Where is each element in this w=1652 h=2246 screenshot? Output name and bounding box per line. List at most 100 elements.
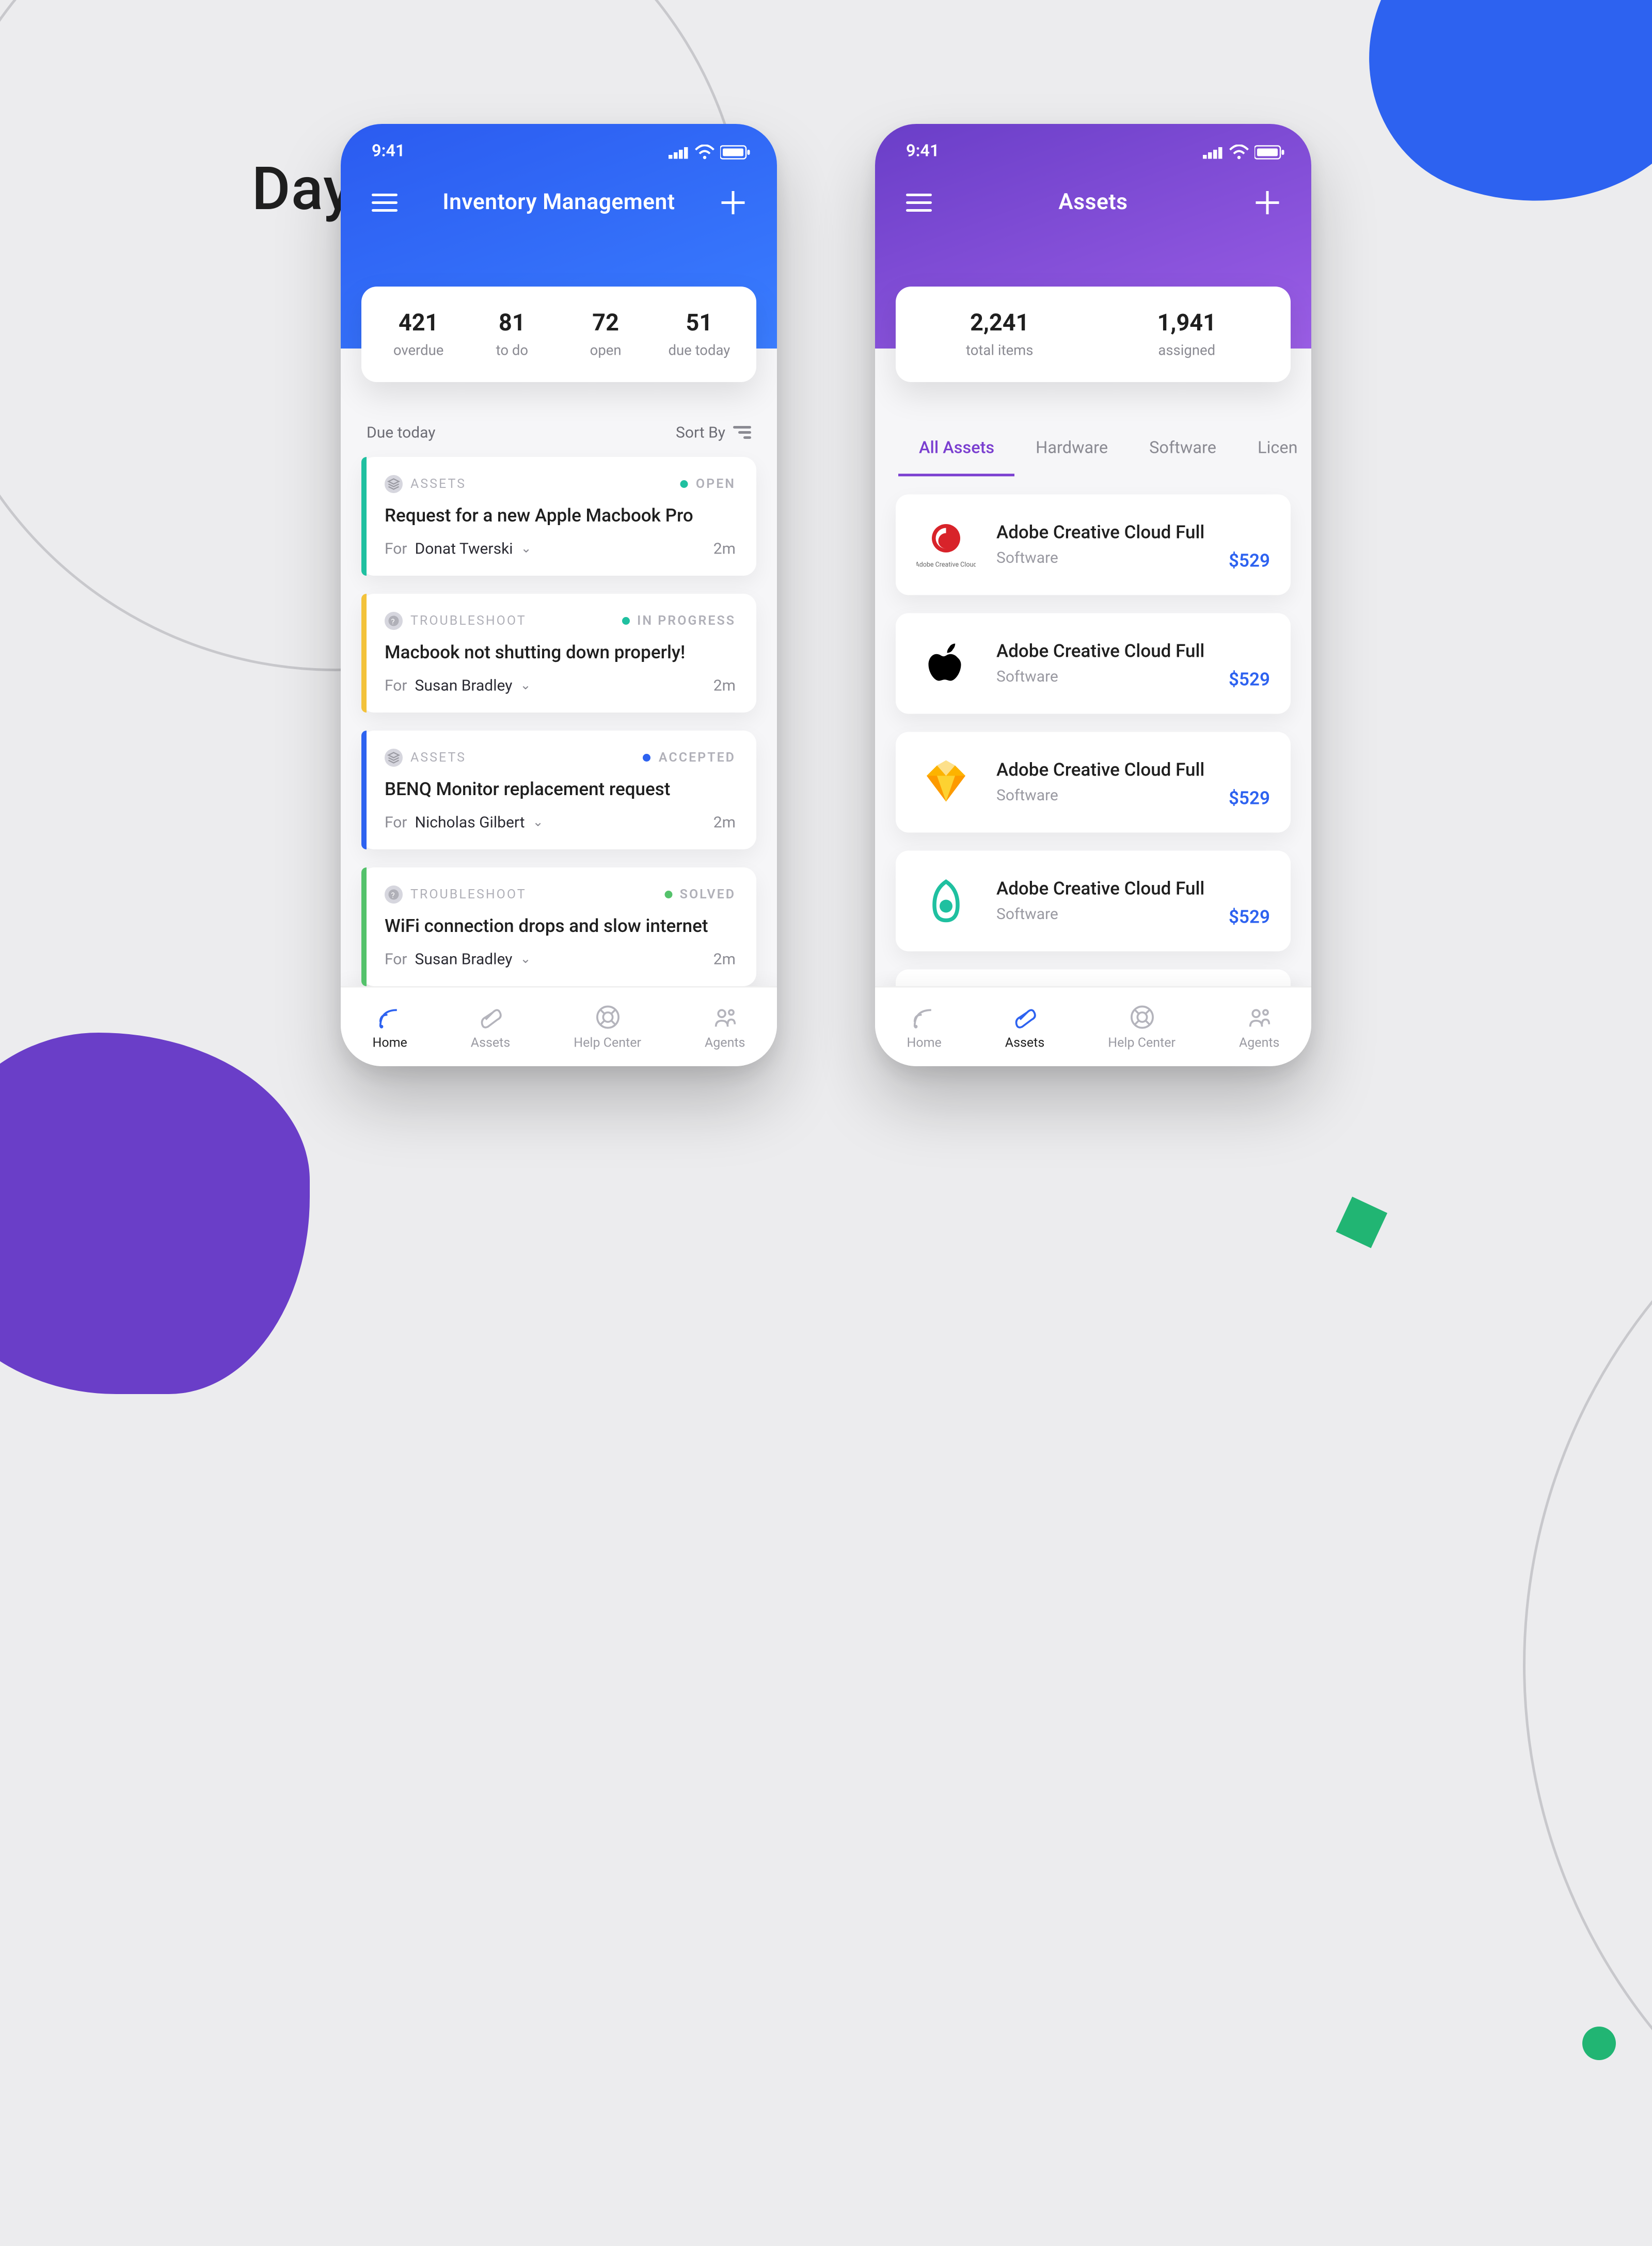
tab-licenses[interactable]: Licen bbox=[1237, 421, 1311, 477]
tab-hardware[interactable]: Hardware bbox=[1015, 421, 1129, 477]
phone-assets: 9:41 Assets bbox=[875, 124, 1311, 1066]
stat-open[interactable]: 72 open bbox=[559, 310, 653, 359]
nav-bar: Assets bbox=[875, 162, 1311, 221]
tab-bar: Home Assets Help Center Agents bbox=[875, 986, 1311, 1066]
battery-icon bbox=[720, 144, 751, 160]
assets-header: 9:41 Assets bbox=[875, 124, 1311, 349]
ticket-title: Request for a new Apple Macbook Pro bbox=[385, 506, 736, 527]
svg-text:Adobe Creative Cloud: Adobe Creative Cloud bbox=[916, 561, 976, 569]
chevron-down-icon: ⌄ bbox=[520, 952, 531, 967]
tab-home[interactable]: Home bbox=[372, 1003, 407, 1051]
asset-card[interactable]: Adobe Creative Cloud Full Software $529 bbox=[896, 851, 1291, 952]
signal-icon bbox=[669, 145, 689, 158]
stat-label: open bbox=[559, 342, 653, 359]
chevron-down-icon: ⌄ bbox=[520, 678, 531, 693]
tab-assets[interactable]: Assets bbox=[1005, 1003, 1044, 1051]
asset-card[interactable]: Adobe Creative Cloud Full Software $529 bbox=[896, 613, 1291, 714]
phone-inventory: 9:41 Inventory Management bbox=[341, 124, 777, 1066]
menu-button[interactable] bbox=[367, 185, 403, 221]
inventory-body: Due today Sort By ASSETS OPEN Req bbox=[341, 349, 777, 986]
paperclip-icon bbox=[1011, 1003, 1039, 1032]
signal-icon bbox=[1203, 145, 1224, 158]
menu-icon bbox=[372, 194, 398, 212]
wifi-icon bbox=[694, 144, 715, 160]
tab-label: Assets bbox=[471, 1037, 510, 1051]
sort-button[interactable]: Sort By bbox=[676, 423, 751, 441]
asset-price: $529 bbox=[1229, 908, 1270, 928]
stat-label: due today bbox=[653, 342, 746, 359]
decorative-square-green bbox=[1336, 1197, 1388, 1248]
ticket-card[interactable]: ?TROUBLESHOOT SOLVED WiFi connection dro… bbox=[361, 867, 756, 986]
svg-text:?: ? bbox=[391, 617, 396, 626]
add-button[interactable] bbox=[715, 185, 751, 221]
status-dot bbox=[643, 754, 651, 762]
stat-label: assigned bbox=[1093, 342, 1281, 359]
sort-icon bbox=[733, 426, 751, 439]
tab-label: Help Center bbox=[1108, 1037, 1176, 1051]
sort-label: Sort By bbox=[676, 423, 725, 441]
stat-due-today[interactable]: 51 due today bbox=[653, 310, 746, 359]
tab-agents[interactable]: Agents bbox=[705, 1003, 745, 1051]
status-bar: 9:41 bbox=[341, 124, 777, 162]
stat-overdue[interactable]: 421 overdue bbox=[372, 310, 465, 359]
asset-card[interactable]: Adobe Creative Cloud Full Software $529 bbox=[896, 970, 1291, 987]
tab-label: Help Center bbox=[574, 1037, 641, 1051]
tab-software[interactable]: Software bbox=[1129, 421, 1237, 477]
asset-name: Adobe Creative Cloud Full bbox=[996, 523, 1208, 544]
ticket-assignee[interactable]: ForSusan Bradley⌄ bbox=[385, 950, 531, 968]
ticket-card[interactable]: ?TROUBLESHOOT IN PROGRESS Macbook not sh… bbox=[361, 594, 756, 713]
asset-card[interactable]: Adobe Creative Cloud Adobe Creative Clou… bbox=[896, 495, 1291, 595]
tab-all-assets[interactable]: All Assets bbox=[898, 421, 1015, 477]
lifebuoy-icon bbox=[1127, 1003, 1156, 1032]
ticket-assignee[interactable]: For Donat Twerski ⌄ bbox=[385, 540, 532, 558]
tab-agents[interactable]: Agents bbox=[1239, 1003, 1280, 1051]
assignee-name: Donat Twerski bbox=[415, 540, 513, 558]
menu-button[interactable] bbox=[901, 185, 937, 221]
decorative-dot-green bbox=[1582, 2027, 1616, 2060]
plus-icon bbox=[721, 191, 744, 214]
ticket-status: OPEN bbox=[696, 477, 736, 492]
for-label: For bbox=[385, 540, 407, 558]
stat-label: total items bbox=[906, 342, 1093, 359]
stat-todo[interactable]: 81 to do bbox=[465, 310, 559, 359]
tab-label: Agents bbox=[1239, 1037, 1280, 1051]
screen-title: Assets bbox=[1058, 190, 1127, 216]
asset-name: Adobe Creative Cloud Full bbox=[996, 879, 1208, 900]
stat-label: overdue bbox=[372, 342, 465, 359]
ticket-assignee[interactable]: ForSusan Bradley⌄ bbox=[385, 676, 531, 694]
status-time: 9:41 bbox=[906, 142, 940, 162]
stat-assigned[interactable]: 1,941 assigned bbox=[1093, 310, 1281, 359]
ticket-category: ASSETS bbox=[410, 751, 466, 765]
asset-category: Software bbox=[996, 786, 1208, 804]
stat-label: to do bbox=[465, 342, 559, 359]
tab-home[interactable]: Home bbox=[907, 1003, 941, 1051]
asset-price: $529 bbox=[1229, 670, 1270, 691]
ticket-status: SOLVED bbox=[680, 888, 736, 902]
asset-card[interactable]: Adobe Creative Cloud Full Software $529 bbox=[896, 732, 1291, 833]
stat-value: 51 bbox=[653, 310, 746, 337]
ticket-card[interactable]: ASSETS ACCEPTED BENQ Monitor replacement… bbox=[361, 731, 756, 849]
tab-help-center[interactable]: Help Center bbox=[1108, 1003, 1176, 1051]
section-label: Due today bbox=[367, 423, 435, 441]
stat-total-items[interactable]: 2,241 total items bbox=[906, 310, 1093, 359]
for-label: For bbox=[385, 950, 407, 968]
status-dot bbox=[664, 891, 672, 898]
tab-help-center[interactable]: Help Center bbox=[574, 1003, 641, 1051]
tab-label: Agents bbox=[705, 1037, 745, 1051]
for-label: For bbox=[385, 676, 407, 694]
adobe-cc-icon: Adobe Creative Cloud bbox=[916, 515, 976, 575]
stat-value: 421 bbox=[372, 310, 465, 337]
ticket-time: 2m bbox=[713, 950, 736, 968]
chevron-down-icon: ⌄ bbox=[521, 542, 532, 556]
apple-icon bbox=[916, 634, 976, 693]
decorative-blob-purple bbox=[0, 1033, 310, 1394]
asset-price: $529 bbox=[1229, 551, 1270, 572]
ticket-card[interactable]: ASSETS OPEN Request for a new Apple Macb… bbox=[361, 457, 756, 576]
ticket-assignee[interactable]: ForNicholas Gilbert⌄ bbox=[385, 813, 544, 831]
add-button[interactable] bbox=[1249, 185, 1285, 221]
asset-name: Adobe Creative Cloud Full bbox=[996, 761, 1208, 781]
assignee-name: Nicholas Gilbert bbox=[415, 813, 525, 831]
ticket-status: ACCEPTED bbox=[659, 751, 736, 765]
tab-assets[interactable]: Assets bbox=[471, 1003, 510, 1051]
agents-icon bbox=[1245, 1003, 1274, 1032]
